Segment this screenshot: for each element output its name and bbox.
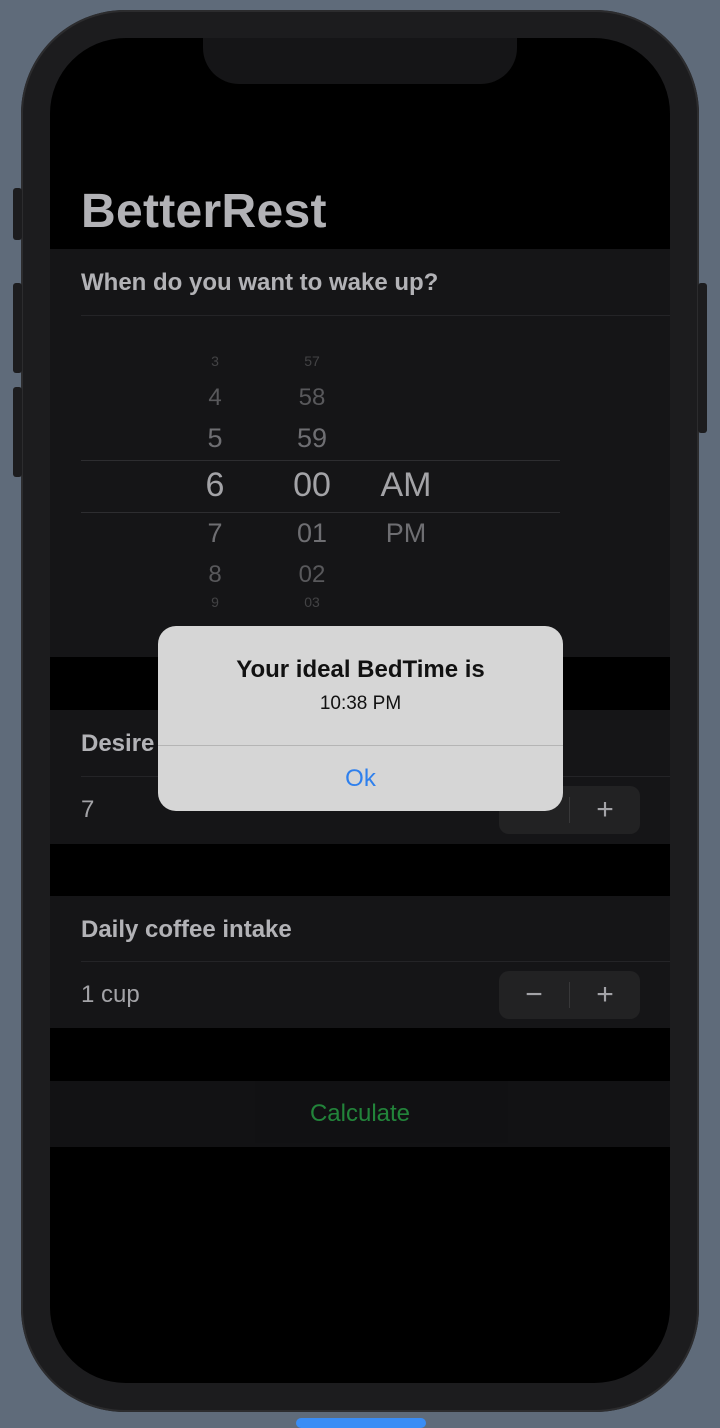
power-button xyxy=(698,283,707,433)
bedtime-alert: Your ideal BedTime is 10:38 PM Ok xyxy=(158,626,563,811)
volume-down-button xyxy=(13,387,22,477)
volume-up-button xyxy=(13,283,22,373)
alert-title: Your ideal BedTime is xyxy=(236,656,485,683)
ok-button[interactable]: Ok xyxy=(158,746,563,811)
mute-switch xyxy=(13,188,22,240)
home-indicator[interactable] xyxy=(296,1418,426,1428)
alert-message: 10:38 PM xyxy=(319,693,402,714)
